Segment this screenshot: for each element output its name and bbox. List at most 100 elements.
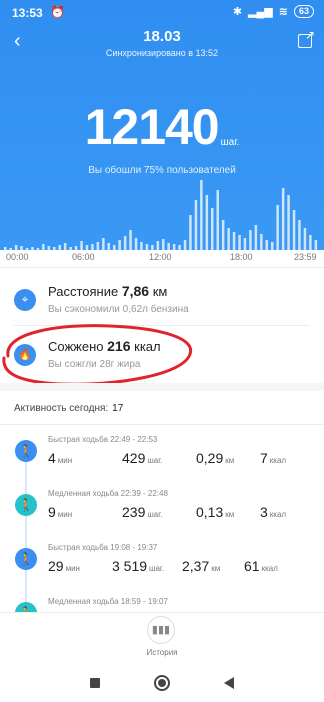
battery-icon: 63 bbox=[293, 5, 314, 18]
history-label[interactable]: История bbox=[0, 648, 324, 657]
histogram-bar bbox=[31, 247, 34, 250]
steps-unit: шаг. bbox=[220, 137, 240, 148]
histogram-bar bbox=[151, 245, 154, 250]
status-bar: 13:53 ⏰ ✱ ▂▄▆ ≋ 63 bbox=[0, 0, 324, 24]
unit-steps: шаг. bbox=[147, 456, 163, 465]
histogram-bar bbox=[314, 240, 318, 250]
timeline-tick: 23:59 bbox=[294, 252, 317, 262]
distance-value: 7,86 bbox=[121, 283, 150, 299]
histogram-bar bbox=[113, 245, 116, 250]
activity-title: Активность сегодня: bbox=[14, 403, 109, 414]
activity-km: 0,29 bbox=[196, 450, 224, 466]
activity-item[interactable]: 🚶 Быстрая ходьба 19:08 - 19:37 29 мин 3 5… bbox=[0, 540, 324, 592]
histogram-bar bbox=[145, 244, 149, 250]
histogram-bar bbox=[58, 245, 61, 250]
unit-min: мин bbox=[65, 564, 80, 573]
share-icon[interactable] bbox=[298, 28, 315, 48]
histogram-bar bbox=[36, 248, 40, 250]
histogram-bar bbox=[238, 235, 241, 250]
walk-icon: 🚶 bbox=[15, 548, 37, 570]
histogram-bar bbox=[281, 188, 285, 250]
histogram-bar bbox=[107, 243, 110, 250]
activity-item[interactable]: 🚶 Медленная ходьба 22:39 - 22:48 9 мин 23… bbox=[0, 486, 324, 538]
histogram-bar bbox=[4, 247, 7, 250]
histogram-bar bbox=[69, 247, 72, 250]
unit-km: км bbox=[225, 456, 235, 465]
signal-icon: ▂▄▆ bbox=[248, 6, 273, 18]
activity-minutes: 9 bbox=[48, 504, 56, 520]
histogram-bar bbox=[189, 215, 192, 250]
steps-counter: 12140 шаг. bbox=[0, 98, 324, 156]
walk-icon: 🚶 bbox=[15, 494, 37, 516]
back-triangle-icon[interactable] bbox=[224, 677, 234, 689]
walk-icon: 🚶 bbox=[15, 602, 37, 612]
distance-subtitle: Вы сэкономили 0,62л бензина bbox=[48, 304, 189, 315]
histogram-bar bbox=[200, 180, 203, 250]
activity-steps: 3 519 bbox=[112, 558, 148, 574]
histogram-bar bbox=[85, 245, 89, 250]
bottom-bar: ▮▮▮ История bbox=[0, 612, 324, 660]
histogram-bar bbox=[9, 248, 12, 250]
histogram-bar bbox=[91, 244, 94, 250]
histogram-bar bbox=[162, 239, 165, 250]
histogram-bar bbox=[287, 195, 290, 250]
history-chart-icon[interactable]: ▮▮▮ bbox=[147, 616, 175, 644]
histogram-bar bbox=[309, 235, 312, 250]
distance-title: Расстояние 7,86 км bbox=[48, 283, 167, 299]
timeline-tick: 06:00 bbox=[72, 252, 95, 262]
walk-icon: 🚶 bbox=[15, 440, 37, 462]
location-pin-icon: ⌖ bbox=[14, 289, 36, 311]
page-title: 18.03 bbox=[143, 28, 181, 45]
steps-hero: 13:53 ⏰ ✱ ▂▄▆ ≋ 63 ‹ 18.03 Синхронизиров… bbox=[0, 0, 324, 250]
unit-min: мин bbox=[57, 456, 73, 465]
histogram-bar bbox=[276, 205, 279, 250]
recents-icon[interactable] bbox=[90, 678, 100, 688]
activity-item[interactable]: 🚶 Быстрая ходьба 22:49 - 22:53 4 мин 429 ш… bbox=[0, 432, 324, 484]
histogram-bar bbox=[298, 220, 301, 250]
histogram-bar bbox=[14, 245, 18, 250]
histogram-bar bbox=[47, 246, 51, 250]
histogram-bar bbox=[211, 208, 214, 250]
activity-minutes: 29 bbox=[48, 558, 64, 574]
steps-compare: Вы обошли 75% пользователей bbox=[88, 165, 236, 176]
histogram-bar bbox=[80, 241, 83, 250]
histogram-bar bbox=[232, 232, 236, 250]
activity-label: Медленная ходьба 22:39 - 22:48 bbox=[48, 489, 168, 498]
histogram-bar bbox=[134, 238, 138, 250]
unit-km: км bbox=[211, 564, 221, 573]
distance-label: Расстояние bbox=[48, 284, 119, 299]
histogram-bar bbox=[194, 200, 198, 250]
histogram-bar bbox=[96, 242, 100, 250]
unit-steps: шаг. bbox=[149, 564, 165, 573]
alarm-icon: ⏰ bbox=[50, 5, 65, 19]
histogram-bar bbox=[123, 236, 127, 250]
unit-min: мин bbox=[57, 510, 73, 519]
activity-label: Быстрая ходьба 19:08 - 19:37 bbox=[48, 543, 158, 552]
timeline-tick: 18:00 bbox=[230, 252, 253, 262]
timeline-axis: 00:00 06:00 12:00 18:00 23:59 bbox=[0, 252, 324, 266]
histogram-bar bbox=[172, 244, 176, 250]
activity-item[interactable]: 🚶 Медленная ходьба 18:59 - 19:07 bbox=[0, 594, 324, 612]
activity-header: Активность сегодня: 17 bbox=[14, 403, 123, 414]
histogram-bar bbox=[254, 225, 258, 250]
header-title: 18.03 Синхронизировано в 13:52 bbox=[0, 28, 324, 58]
home-icon[interactable] bbox=[154, 675, 170, 691]
histogram-bar bbox=[216, 190, 219, 250]
histogram-bar bbox=[53, 247, 56, 250]
histogram-bar bbox=[167, 243, 170, 250]
divider bbox=[0, 424, 324, 425]
activity-km: 2,37 bbox=[182, 558, 210, 574]
red-annotation-ellipse bbox=[2, 324, 193, 386]
system-nav-bar bbox=[0, 664, 324, 702]
histogram-bar bbox=[227, 228, 230, 250]
unit-kcal: ккал bbox=[261, 564, 278, 573]
histogram-bar bbox=[20, 246, 23, 250]
histogram-bar bbox=[243, 238, 247, 250]
histogram-bar bbox=[260, 234, 263, 250]
histogram-bar bbox=[42, 244, 45, 250]
histogram-bar bbox=[102, 238, 105, 250]
histogram-bar bbox=[140, 242, 143, 250]
section-separator bbox=[0, 383, 324, 391]
timeline-tick: 12:00 bbox=[149, 252, 172, 262]
sync-status: Синхронизировано в 13:52 bbox=[105, 48, 219, 58]
